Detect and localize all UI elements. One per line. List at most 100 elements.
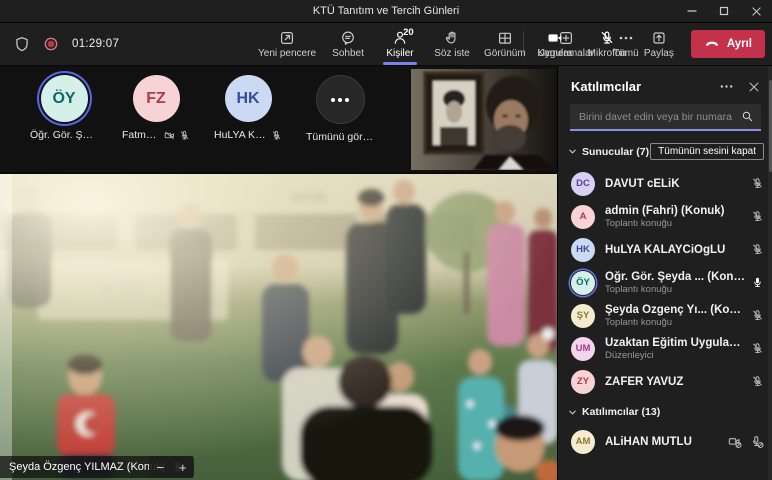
avatar: DC xyxy=(571,172,595,196)
panel-close-icon[interactable] xyxy=(747,80,761,94)
raise-hand-label: Söz iste xyxy=(434,48,470,59)
mic-muted-icon[interactable] xyxy=(751,243,764,256)
main-video-stage: SPOR KTÜ xyxy=(0,174,557,480)
mute-all-button[interactable]: Tümünün sesini kapat xyxy=(650,143,764,160)
toolbar-left: 01:29:07 xyxy=(0,36,119,52)
zoom-in-button[interactable]: + xyxy=(179,461,187,474)
speaker-name: Şeyda Özgenç YILMAZ (Konuk) xyxy=(9,461,165,473)
panel-title: Katılımcılar xyxy=(571,79,706,94)
participant-name: Şeyda Özgenç Yı... (Konuk) xyxy=(605,304,745,316)
filmstrip-label: HuLYA KAL... xyxy=(214,129,267,141)
presenters-toggle[interactable]: Sunucular (7) xyxy=(568,146,649,158)
chevron-down-icon xyxy=(568,408,577,417)
raise-hand-button[interactable]: Söz iste xyxy=(426,23,478,65)
avatar: ÖY xyxy=(571,271,595,295)
mic-muted-icon xyxy=(599,30,615,46)
toolbar-right: Kamera Mikrofon Paylaş Ayrıl xyxy=(518,30,772,59)
camera-button[interactable]: Kamera xyxy=(529,30,581,59)
mic-muted-icon[interactable] xyxy=(751,210,764,223)
mic-muted-icon[interactable] xyxy=(751,177,764,190)
recording-indicator-icon xyxy=(43,36,59,52)
mic-muted-icon[interactable] xyxy=(751,342,764,355)
participant-name: admin (Fahri) (Konuk) xyxy=(605,205,745,217)
more-participants-icon xyxy=(316,75,365,124)
zoom-out-button[interactable]: − xyxy=(156,461,164,474)
grid-view-icon xyxy=(497,30,513,46)
participant-row[interactable]: DC DAVUT cELiK xyxy=(558,167,772,200)
chat-button[interactable]: Sohbet xyxy=(322,23,374,65)
microphone-label: Mikrofon xyxy=(588,48,626,59)
participant-row[interactable]: ŞY Şeyda Özgenç Yı... (Konuk) Toplantı k… xyxy=(558,299,772,332)
share-icon xyxy=(651,30,667,46)
filmstrip-label: Tümünü görünt... xyxy=(306,131,374,143)
participant-role: Toplantı konuğu xyxy=(605,284,745,295)
leave-button[interactable]: Ayrıl xyxy=(691,30,765,58)
avatar: A xyxy=(571,205,595,229)
participants-panel: Katılımcılar Sunucular (7) Tümünün sesin… xyxy=(557,66,772,480)
filmstrip-tile-fz[interactable]: FZ Fatma ... xyxy=(122,73,190,143)
hang-up-icon xyxy=(704,37,720,51)
new-window-button[interactable]: Yeni pencere xyxy=(252,23,322,65)
participant-name: ZAFER YAVUZ xyxy=(605,376,745,388)
avatar: HK xyxy=(571,238,595,262)
mic-muted-icon xyxy=(179,130,190,141)
camera-label: Kamera xyxy=(537,48,572,59)
meeting-stage: ÖY Öğr. Gör. Şeyda... FZ Fatma ... xyxy=(0,66,557,480)
people-label: Kişiler xyxy=(386,48,413,59)
participant-row[interactable]: UM Uzaktan Eğitim Uygulama ve Ara... Düz… xyxy=(558,332,772,365)
meeting-toolbar: 01:29:07 Yeni pencere Sohbet 20 Kişiler … xyxy=(0,23,772,66)
participant-filmstrip: ÖY Öğr. Gör. Şeyda... FZ Fatma ... xyxy=(0,66,557,172)
participant-row[interactable]: A admin (Fahri) (Konuk) Toplantı konuğu xyxy=(558,200,772,233)
attendees-toggle[interactable]: Katılımcılar (13) xyxy=(568,406,660,418)
participant-name: HuLYA KALAYCiOgLU xyxy=(605,244,745,256)
participant-role: Toplantı konuğu xyxy=(605,317,745,328)
chat-icon xyxy=(340,30,356,46)
teams-meeting-window: KTÜ Tanıtım ve Tercih Günleri 01:29:07 Y… xyxy=(0,0,772,480)
people-count-badge: 20 xyxy=(403,27,414,38)
invite-search-input[interactable] xyxy=(577,110,737,124)
filmstrip-tile-oy[interactable]: ÖY Öğr. Gör. Şeyda... xyxy=(30,73,98,143)
avatar: ÖY xyxy=(41,75,88,122)
camera-blocked-icon xyxy=(728,435,742,449)
panel-scrollbar[interactable] xyxy=(768,66,772,480)
chat-label: Sohbet xyxy=(332,48,364,59)
panel-header: Katılımcılar xyxy=(558,66,772,103)
filmstrip-tile-hk[interactable]: HK HuLYA KAL... xyxy=(214,73,282,143)
shield-icon xyxy=(14,36,30,52)
mic-muted-icon[interactable] xyxy=(751,309,764,322)
self-video-tile[interactable] xyxy=(411,69,556,170)
window-title: KTÜ Tanıtım ve Tercih Günleri xyxy=(0,5,772,17)
view-label: Görünüm xyxy=(484,48,526,59)
new-window-label: Yeni pencere xyxy=(258,48,316,59)
mic-muted-icon[interactable] xyxy=(751,375,764,388)
microphone-button[interactable]: Mikrofon xyxy=(581,30,633,59)
participant-row-active-speaker[interactable]: ÖY Öğr. Gör. Şeyda ... (Konuk) Toplantı … xyxy=(558,266,772,299)
filmstrip-label: Fatma ... xyxy=(122,129,160,141)
panel-more-icon[interactable] xyxy=(719,79,734,94)
participant-row[interactable]: ZY ZAFER YAVUZ xyxy=(558,365,772,398)
view-button[interactable]: Görünüm xyxy=(478,23,532,65)
camera-off-icon xyxy=(164,130,175,141)
mic-blocked-icon xyxy=(750,435,764,449)
video-zoom-control: − + xyxy=(149,456,194,478)
filmstrip-label: Öğr. Gör. Şeyda... xyxy=(30,129,98,141)
mic-muted-icon xyxy=(271,130,282,141)
share-label: Paylaş xyxy=(644,48,674,59)
avatar: ZY xyxy=(571,370,595,394)
people-button[interactable]: 20 Kişiler xyxy=(374,23,426,65)
presenters-section-header: Sunucular (7) Tümünün sesini kapat xyxy=(558,142,772,167)
participant-row[interactable]: AM ALiHAN MUTLU xyxy=(558,425,772,458)
participant-row[interactable]: HK HuLYA KALAYCiOgLU xyxy=(558,233,772,266)
chevron-down-icon xyxy=(568,147,577,156)
leave-label: Ayrıl xyxy=(727,38,752,50)
invite-search-box xyxy=(570,104,761,131)
share-button[interactable]: Paylaş xyxy=(633,30,685,59)
filmstrip-tile-view-all[interactable]: Tümünü görünt... xyxy=(306,73,374,143)
title-bar: KTÜ Tanıtım ve Tercih Günleri xyxy=(0,0,772,23)
mic-on-icon[interactable] xyxy=(751,276,764,289)
avatar: UM xyxy=(571,337,595,361)
main-video-feed: SPOR KTÜ xyxy=(0,174,557,480)
meeting-timer: 01:29:07 xyxy=(72,38,119,50)
participant-name: Uzaktan Eğitim Uygulama ve Ara... xyxy=(605,337,745,349)
participant-name: Öğr. Gör. Şeyda ... (Konuk) xyxy=(605,271,745,283)
